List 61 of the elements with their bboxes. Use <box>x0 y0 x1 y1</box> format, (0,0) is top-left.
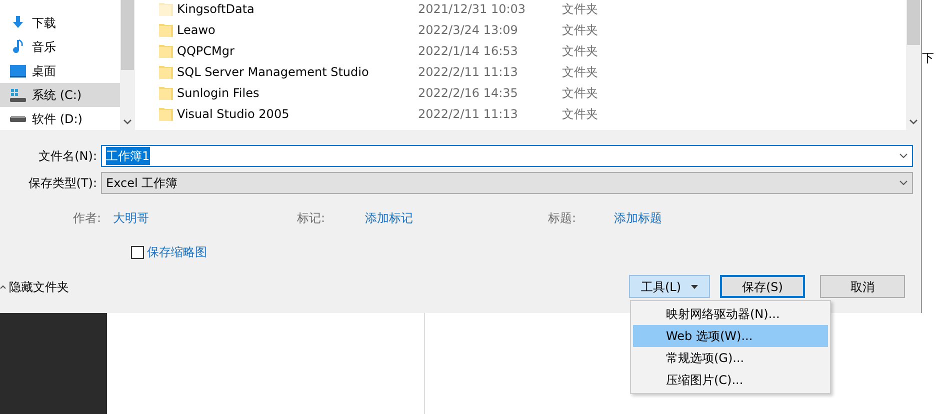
meta-label: 标记: <box>296 210 325 227</box>
file-date: 2022/3/24 13:09 <box>418 22 519 38</box>
chevron-down-icon[interactable] <box>899 153 908 159</box>
file-type: 文件夹 <box>562 106 598 122</box>
file-name[interactable]: KingsoftData <box>177 0 254 18</box>
tools-dropdown-button[interactable]: 工具(L) <box>629 275 710 298</box>
scroll-down-icon[interactable] <box>909 119 918 125</box>
chevron-up-icon[interactable] <box>0 284 6 288</box>
desktop-icon <box>10 63 26 79</box>
file-name[interactable]: Leawo <box>177 20 216 38</box>
sidebar-label: 系统 (C:) <box>32 87 82 104</box>
file-type: 文件夹 <box>562 42 598 60</box>
file-type: 文件夹 <box>562 84 598 102</box>
scrollbar-thumb[interactable] <box>121 0 134 70</box>
field-label: 保存类型(T): <box>27 175 98 192</box>
checkbox[interactable] <box>131 246 144 258</box>
meta-value-link[interactable]: 添加标记 <box>365 209 435 227</box>
scroll-down-icon[interactable] <box>123 119 132 125</box>
field-label: 文件名(N): <box>38 148 98 165</box>
sidebar-item[interactable]: 下载 <box>0 11 120 35</box>
caret-icon <box>691 284 698 288</box>
background-text: 下 <box>922 51 934 65</box>
meta-label: 标题: <box>546 210 576 227</box>
menu-item[interactable]: 常规选项(G)... <box>633 347 828 369</box>
sidebar-item[interactable]: 系统 (C:) <box>0 83 120 107</box>
hide-folders-link[interactable]: 隐藏文件夹 <box>9 278 69 296</box>
file-name[interactable]: Sunlogin Files <box>177 84 260 102</box>
meta-value-link[interactable]: 添加标题 <box>614 209 684 227</box>
sidebar-item[interactable]: 桌面 <box>0 59 120 83</box>
meta-value-link[interactable]: 大明哥 <box>113 209 183 227</box>
file-date: 2021/12/31 10:03 <box>418 0 527 18</box>
save-button[interactable]: 保存(S) <box>720 275 805 298</box>
file-name[interactable]: Visual Studio 2005 <box>177 104 290 122</box>
file-date: 2022/1/14 16:53 <box>418 42 519 60</box>
sidebar-item[interactable]: 音乐 <box>0 35 120 59</box>
sidebar-label: 下载 <box>32 15 56 32</box>
meta-label: 作者: <box>72 210 101 227</box>
file-name[interactable]: QQPCMgr <box>177 42 234 60</box>
save-type-dropdown[interactable]: Excel 工作簿 <box>101 172 913 194</box>
file-type: 文件夹 <box>562 22 598 38</box>
cancel-button[interactable]: 取消 <box>820 275 905 298</box>
sidebar-item[interactable]: 软件 (D:) <box>0 107 120 131</box>
menu-item[interactable]: 映射网络驱动器(N)... <box>633 303 828 325</box>
sidebar-label: 软件 (D:) <box>32 111 82 128</box>
system-drive-icon <box>10 87 26 103</box>
scrollbar-thumb[interactable] <box>907 0 920 45</box>
file-type: 文件夹 <box>562 64 598 80</box>
drive-icon <box>10 116 26 122</box>
file-date: 2022/2/11 11:13 <box>418 64 519 80</box>
file-name[interactable]: SQL Server Management Studio <box>177 62 369 80</box>
file-name-field[interactable]: 工作簿1 <box>101 145 913 167</box>
sidebar-label: 桌面 <box>32 63 56 80</box>
file-type: 文件夹 <box>562 0 598 18</box>
file-date: 2022/2/16 14:35 <box>418 84 519 102</box>
menu-item[interactable]: 压缩图片(C)... <box>633 369 828 391</box>
music-note-icon <box>10 39 26 55</box>
checkbox-label[interactable]: 保存缩略图 <box>147 243 207 261</box>
chevron-down-icon[interactable] <box>899 180 908 186</box>
menu-item[interactable]: Web 选项(W)... <box>633 325 828 347</box>
sidebar-label: 音乐 <box>32 39 56 56</box>
file-date: 2022/2/11 11:13 <box>418 106 519 122</box>
